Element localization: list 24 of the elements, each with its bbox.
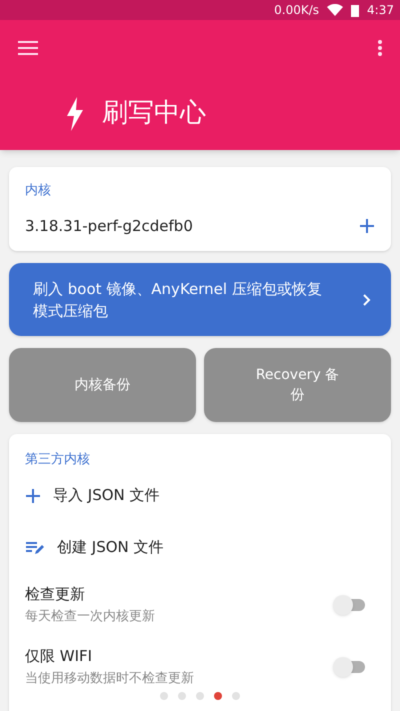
setting-summary: 当使用移动数据时不检查更新	[25, 670, 194, 688]
card-heading: 内核	[25, 182, 52, 200]
list-item[interactable]: 创建 JSON 文件	[25, 522, 375, 574]
chevron-right-icon	[363, 294, 371, 306]
setting-title: 检查更新	[25, 584, 86, 604]
edit-list-icon	[25, 540, 45, 554]
page-title: 刷写中心	[102, 97, 206, 130]
menu-icon[interactable]	[18, 41, 38, 55]
list-item[interactable]: 导入 JSON 文件	[25, 470, 375, 522]
backup-button[interactable]: Recovery 备份	[204, 348, 391, 422]
more-options-icon[interactable]	[378, 40, 382, 56]
flash-button[interactable]: 刷入 boot 镜像、AnyKernel 压缩包或恢复模式压缩包	[9, 263, 391, 336]
wifi-icon	[327, 4, 344, 16]
setting-title: 仅限 WIFI	[25, 646, 94, 666]
network-speed: 0.00K/s	[274, 2, 320, 19]
backup-button[interactable]: 内核备份	[9, 348, 196, 422]
plus-icon	[25, 488, 41, 504]
plus-icon[interactable]	[359, 218, 375, 234]
lightning-icon	[66, 96, 84, 130]
clock: 4:37	[367, 2, 394, 19]
card-heading: 第三方内核	[25, 451, 91, 469]
setting-summary: 每天检查一次内核更新	[25, 608, 155, 626]
battery-icon	[351, 4, 360, 16]
kernel-version: 3.18.31-perf-g2cdefb0	[25, 216, 193, 236]
